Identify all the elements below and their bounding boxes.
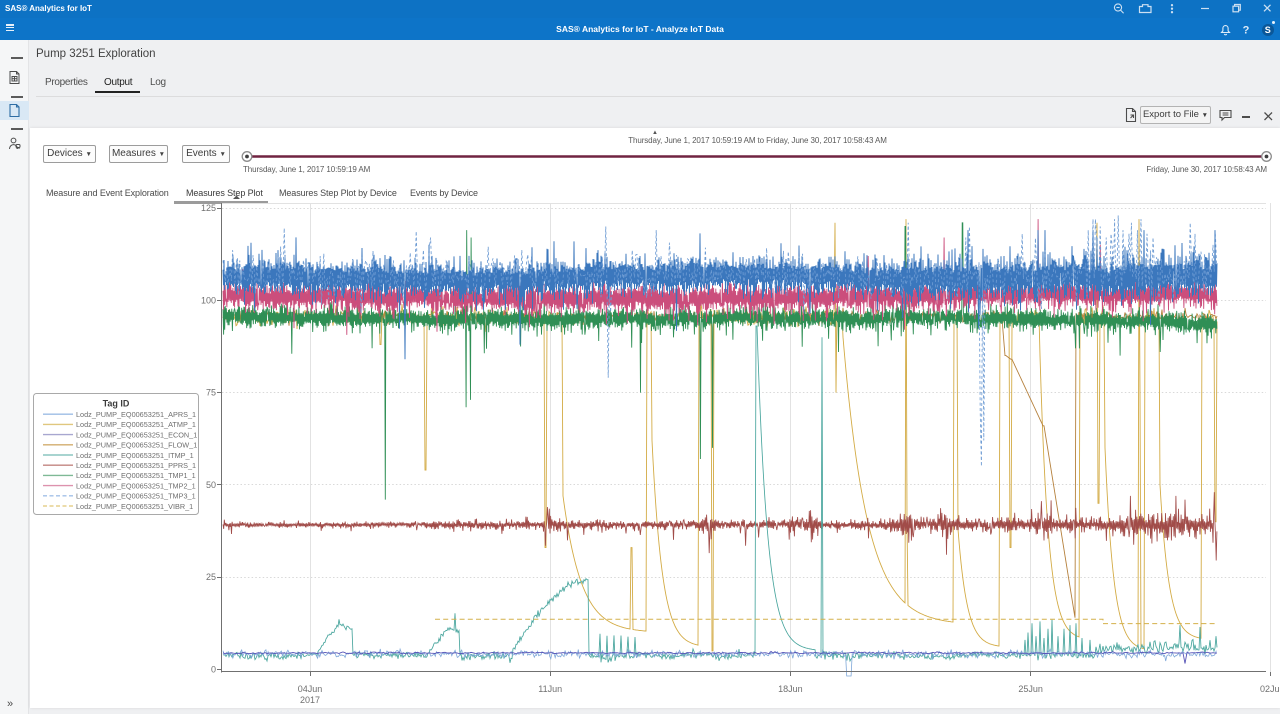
svg-text:Tag ID: Tag ID (103, 399, 130, 409)
svg-text:Lodz_PUMP_EQ00653251_FLOW_1: Lodz_PUMP_EQ00653251_FLOW_1 (76, 441, 197, 450)
svg-text:Lodz_PUMP_EQ00653251_TMP1_1: Lodz_PUMP_EQ00653251_TMP1_1 (76, 471, 196, 480)
svg-text:2017: 2017 (300, 695, 320, 705)
svg-text:Lodz_PUMP_EQ00653251_VIBR_1: Lodz_PUMP_EQ00653251_VIBR_1 (76, 502, 193, 511)
svg-text:Lodz_PUMP_EQ00653251_ITMP_1: Lodz_PUMP_EQ00653251_ITMP_1 (76, 451, 194, 460)
svg-text:04Jun: 04Jun (298, 684, 323, 694)
svg-text:Lodz_PUMP_EQ00653251_ECON_1: Lodz_PUMP_EQ00653251_ECON_1 (76, 430, 197, 439)
svg-text:0: 0 (211, 664, 216, 674)
svg-text:Lodz_PUMP_EQ00653251_APRS_1: Lodz_PUMP_EQ00653251_APRS_1 (76, 410, 196, 419)
svg-text:Lodz_PUMP_EQ00653251_TMP2_1: Lodz_PUMP_EQ00653251_TMP2_1 (76, 481, 196, 490)
svg-text:Lodz_PUMP_EQ00653251_TMP3_1: Lodz_PUMP_EQ00653251_TMP3_1 (76, 492, 196, 501)
svg-text:50: 50 (206, 480, 216, 490)
svg-text:02Jul: 02Jul (1260, 684, 1280, 694)
svg-text:11Jun: 11Jun (538, 684, 562, 694)
svg-text:25: 25 (206, 572, 216, 582)
svg-text:Lodz_PUMP_EQ00653251_ATMP_1: Lodz_PUMP_EQ00653251_ATMP_1 (76, 420, 196, 429)
svg-text:125: 125 (201, 203, 216, 213)
svg-text:18Jun: 18Jun (778, 684, 803, 694)
svg-text:100: 100 (201, 295, 216, 305)
svg-text:Lodz_PUMP_EQ00653251_PPRS_1: Lodz_PUMP_EQ00653251_PPRS_1 (76, 461, 196, 470)
svg-text:75: 75 (206, 388, 216, 398)
svg-text:25Jun: 25Jun (1018, 684, 1043, 694)
